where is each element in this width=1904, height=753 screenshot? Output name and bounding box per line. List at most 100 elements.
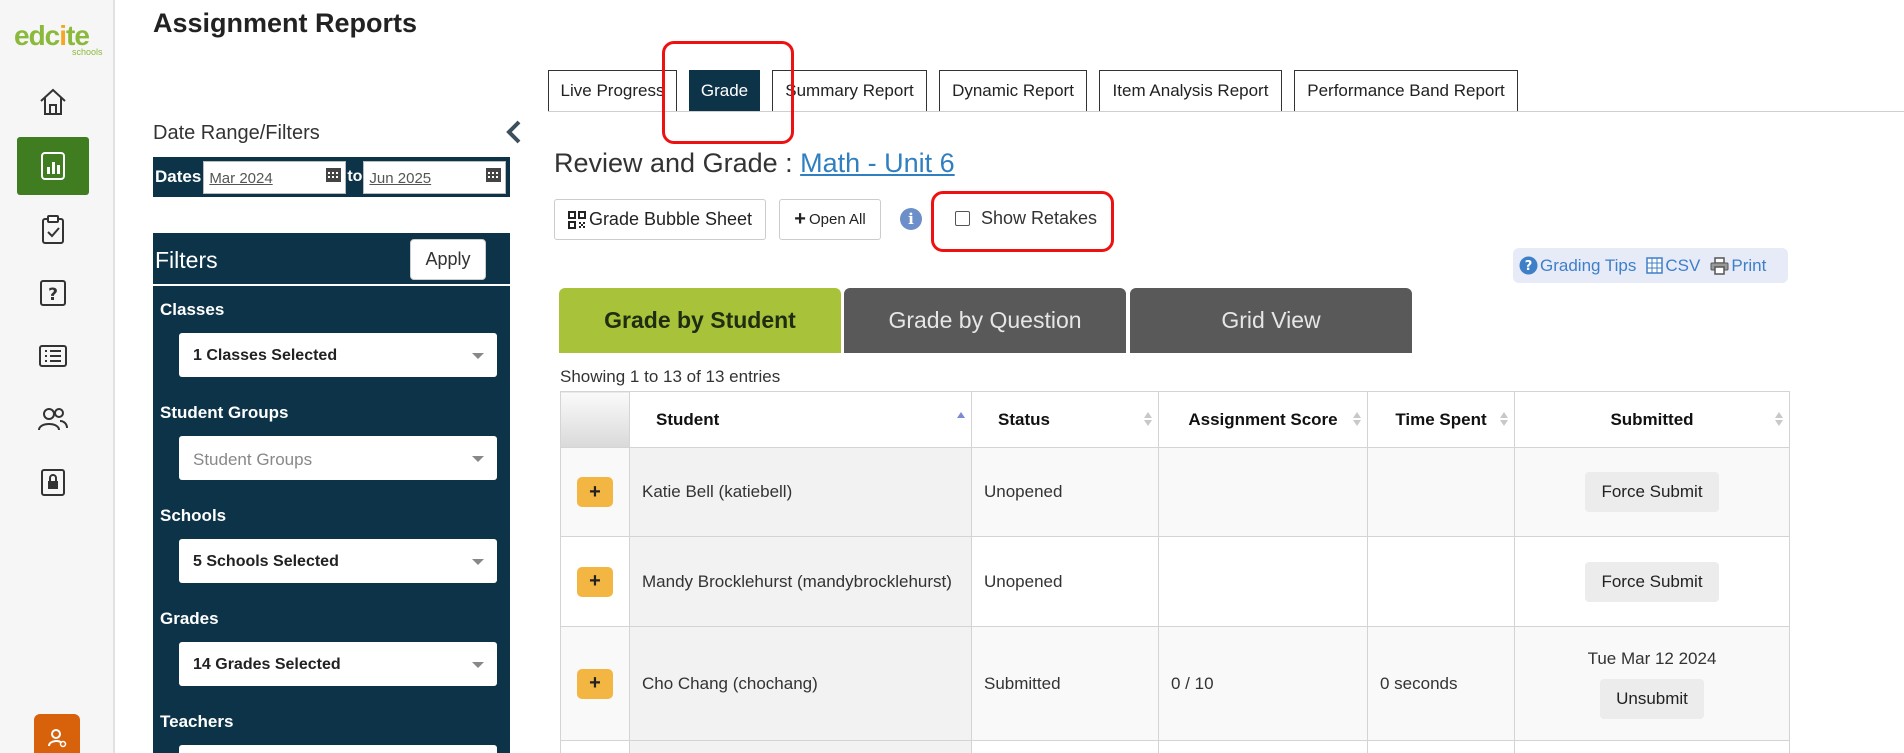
student-groups-label: Student Groups xyxy=(160,403,289,422)
tab-item-analysis-report[interactable]: Item Analysis Report xyxy=(1099,70,1282,112)
highlight-grade-tab xyxy=(662,41,794,144)
nav-reports[interactable] xyxy=(17,137,89,195)
sort-icon xyxy=(1353,412,1361,428)
status-cell: Unopened xyxy=(971,447,1159,537)
filters-panel: Filters Apply Classes 1 Classes Selected… xyxy=(153,233,510,753)
header-status[interactable]: Status xyxy=(971,391,1159,448)
nav-lists[interactable] xyxy=(17,327,89,385)
status-cell: Unopened xyxy=(971,536,1159,627)
date-to-value: Jun 2025 xyxy=(369,169,432,187)
schools-select-value: 5 Schools Selected xyxy=(193,553,339,570)
nav-security[interactable] xyxy=(17,453,89,511)
student-groups-placeholder: Student Groups xyxy=(193,450,313,469)
question-icon: ? xyxy=(40,280,66,306)
apply-button[interactable]: Apply xyxy=(410,239,486,280)
plus-icon: + xyxy=(794,208,806,230)
date-from-input[interactable]: Mar 2024 xyxy=(203,160,347,194)
sort-icon xyxy=(1775,412,1783,428)
time-cell: 0 seconds xyxy=(1367,626,1515,741)
tab-live-progress[interactable]: Live Progress xyxy=(548,70,677,112)
date-range-label: Date Range/Filters xyxy=(153,122,320,144)
date-to-input[interactable]: Jun 2025 xyxy=(363,160,507,194)
score-cell xyxy=(1158,447,1368,537)
calendar-icon[interactable] xyxy=(485,166,502,183)
print-link[interactable]: Print xyxy=(1710,256,1766,276)
teachers-select[interactable] xyxy=(179,745,497,753)
submitted-cell: Force Submit xyxy=(1514,447,1790,537)
expand-cell: + xyxy=(560,626,630,741)
logo-subtitle: schools xyxy=(72,47,103,57)
classes-select[interactable]: 1 Classes Selected xyxy=(179,333,497,377)
submitted-date: Tue Mar 12 2024 xyxy=(1587,648,1717,668)
assignment-link[interactable]: Math - Unit 6 xyxy=(800,148,955,178)
nav-account[interactable] xyxy=(34,714,80,753)
help-circle-icon: ? xyxy=(1519,256,1538,275)
tab-performance-band-report[interactable]: Performance Band Report xyxy=(1294,70,1518,112)
collapse-panel-icon[interactable] xyxy=(504,118,524,146)
svg-text:?: ? xyxy=(48,285,58,305)
schools-select[interactable]: 5 Schools Selected xyxy=(179,539,497,583)
tab-summary-report[interactable]: Summary Report xyxy=(772,70,927,112)
force-submit-button[interactable]: Force Submit xyxy=(1585,472,1719,512)
csv-file-icon xyxy=(1646,257,1664,274)
header-time-spent[interactable]: Time Spent xyxy=(1367,391,1515,448)
nav-questions[interactable]: ? xyxy=(17,264,89,322)
info-icon[interactable]: i xyxy=(900,208,922,230)
sort-icon xyxy=(1144,412,1152,428)
score-cell xyxy=(1158,536,1368,627)
svg-text:?: ? xyxy=(1525,259,1533,274)
nav-home[interactable] xyxy=(17,73,89,131)
open-all-button[interactable]: + Open All xyxy=(779,199,881,240)
grades-label: Grades xyxy=(160,609,219,628)
student-groups-select[interactable]: Student Groups xyxy=(179,436,497,480)
header-status-label: Status xyxy=(998,409,1050,429)
grades-select[interactable]: 14 Grades Selected xyxy=(179,642,497,686)
expand-cell: + xyxy=(560,447,630,537)
header-student-label: Student xyxy=(656,409,720,429)
users-icon xyxy=(38,408,68,431)
lock-icon xyxy=(41,469,65,496)
printer-icon xyxy=(1710,256,1729,275)
grading-tips-link[interactable]: ? Grading Tips xyxy=(1519,256,1636,276)
csv-link[interactable]: CSV xyxy=(1646,256,1700,276)
header-student[interactable]: Student xyxy=(629,391,972,448)
filters-header: Filters Apply xyxy=(153,233,510,286)
score-cell: 0 / 10 xyxy=(1158,626,1368,741)
submitted-cell: Tue Mar 12 2024 Unsubmit xyxy=(1514,626,1790,741)
expand-row-button[interactable]: + xyxy=(577,477,613,507)
expand-row-button[interactable]: + xyxy=(577,566,613,597)
tab-grade-by-question[interactable]: Grade by Question xyxy=(844,288,1126,353)
grading-tools-bar: ? Grading Tips CSV Print xyxy=(1513,248,1788,283)
calendar-icon[interactable] xyxy=(325,166,342,183)
header-time-spent-label: Time Spent xyxy=(1395,409,1487,429)
reports-icon xyxy=(41,152,65,180)
grades-select-value: 14 Grades Selected xyxy=(193,656,341,673)
sort-icon xyxy=(1500,412,1508,428)
student-cell: Mandy Brocklehurst (mandybrocklehurst) xyxy=(629,536,972,627)
tab-grid-view[interactable]: Grid View xyxy=(1130,288,1412,353)
tab-grade-by-student[interactable]: Grade by Student xyxy=(559,288,841,353)
submitted-cell: Force Submit xyxy=(1514,536,1790,627)
table-row xyxy=(560,740,1790,753)
classes-label: Classes xyxy=(160,300,225,319)
classes-select-value: 1 Classes Selected xyxy=(193,347,338,364)
unsubmit-button[interactable]: Unsubmit xyxy=(1600,678,1704,719)
logo-text-a: edc xyxy=(14,20,60,51)
expand-row-button[interactable]: + xyxy=(577,668,613,699)
header-assignment-score[interactable]: Assignment Score xyxy=(1158,391,1368,448)
force-submit-button[interactable]: Force Submit xyxy=(1585,561,1719,602)
grade-bubble-sheet-button[interactable]: Grade Bubble Sheet xyxy=(554,199,766,240)
filters-title: Filters xyxy=(155,247,218,273)
status-cell: Submitted xyxy=(971,626,1159,741)
tab-dynamic-report[interactable]: Dynamic Report xyxy=(939,70,1087,112)
header-submitted-label: Submitted xyxy=(1610,409,1694,429)
header-submitted[interactable]: Submitted xyxy=(1514,391,1790,448)
page-title: Assignment Reports xyxy=(153,8,418,38)
nav-assignments[interactable] xyxy=(17,201,89,259)
chevron-down-icon xyxy=(472,353,484,359)
expand-cell: + xyxy=(560,536,630,627)
app-root: edcite schools ? Assignment Reports Date xyxy=(0,0,1904,753)
logo-text-b: i xyxy=(59,20,67,51)
edcite-logo[interactable]: edcite schools xyxy=(14,20,104,60)
nav-users[interactable] xyxy=(17,390,89,448)
